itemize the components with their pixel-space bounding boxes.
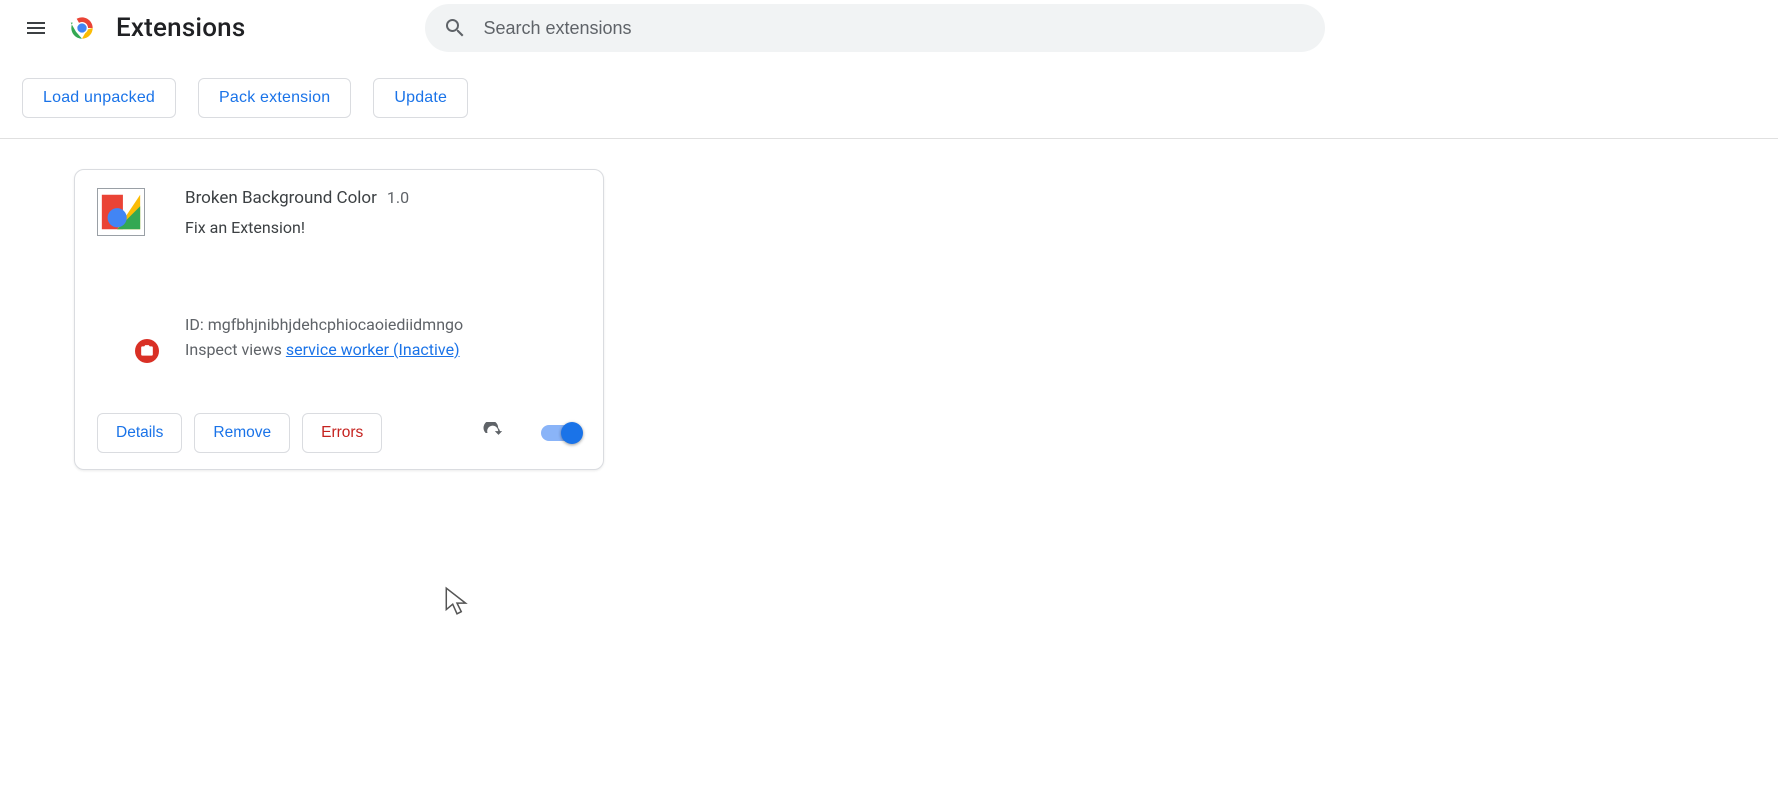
app-header: Extensions <box>0 0 1778 56</box>
camera-icon <box>140 344 154 358</box>
enable-toggle[interactable] <box>541 425 581 441</box>
extension-name: Broken Background Color <box>185 188 377 208</box>
extension-card: Broken Background Color 1.0 Fix an Exten… <box>74 169 604 470</box>
refresh-icon <box>482 422 504 444</box>
reload-button[interactable] <box>475 415 511 451</box>
update-button[interactable]: Update <box>373 78 468 118</box>
extension-version: 1.0 <box>387 188 409 207</box>
search-input[interactable] <box>481 17 1307 40</box>
mouse-cursor-icon <box>444 586 470 620</box>
extension-id-value: mgfbhjnibhjdehcphiocaoiediidmngo <box>208 315 463 334</box>
main-menu-button[interactable] <box>12 4 60 52</box>
error-badge <box>135 339 159 363</box>
service-worker-link[interactable]: service worker (Inactive) <box>286 340 460 359</box>
extensions-list: Broken Background Color 1.0 Fix an Exten… <box>0 139 1778 470</box>
inspect-views: Inspect views service worker (Inactive) <box>185 340 581 359</box>
menu-icon <box>24 16 48 40</box>
toggle-knob <box>561 422 583 444</box>
pack-extension-button[interactable]: Pack extension <box>198 78 351 118</box>
extension-thumbnail-icon <box>97 188 145 236</box>
extension-icon <box>97 188 157 359</box>
errors-button[interactable]: Errors <box>302 413 382 453</box>
load-unpacked-button[interactable]: Load unpacked <box>22 78 176 118</box>
chrome-logo-icon <box>66 12 98 44</box>
extension-id: ID: mgfbhjnibhjdehcphiocaoiediidmngo <box>185 315 581 334</box>
page-title: Extensions <box>116 13 245 43</box>
extension-description: Fix an Extension! <box>185 218 581 237</box>
details-button[interactable]: Details <box>97 413 182 453</box>
toolbar: Load unpacked Pack extension Update <box>0 56 1778 139</box>
search-icon <box>443 16 467 40</box>
inspect-views-label: Inspect views <box>185 340 282 359</box>
remove-button[interactable]: Remove <box>194 413 290 453</box>
search-field[interactable] <box>425 4 1325 52</box>
extension-id-label: ID: <box>185 315 204 334</box>
